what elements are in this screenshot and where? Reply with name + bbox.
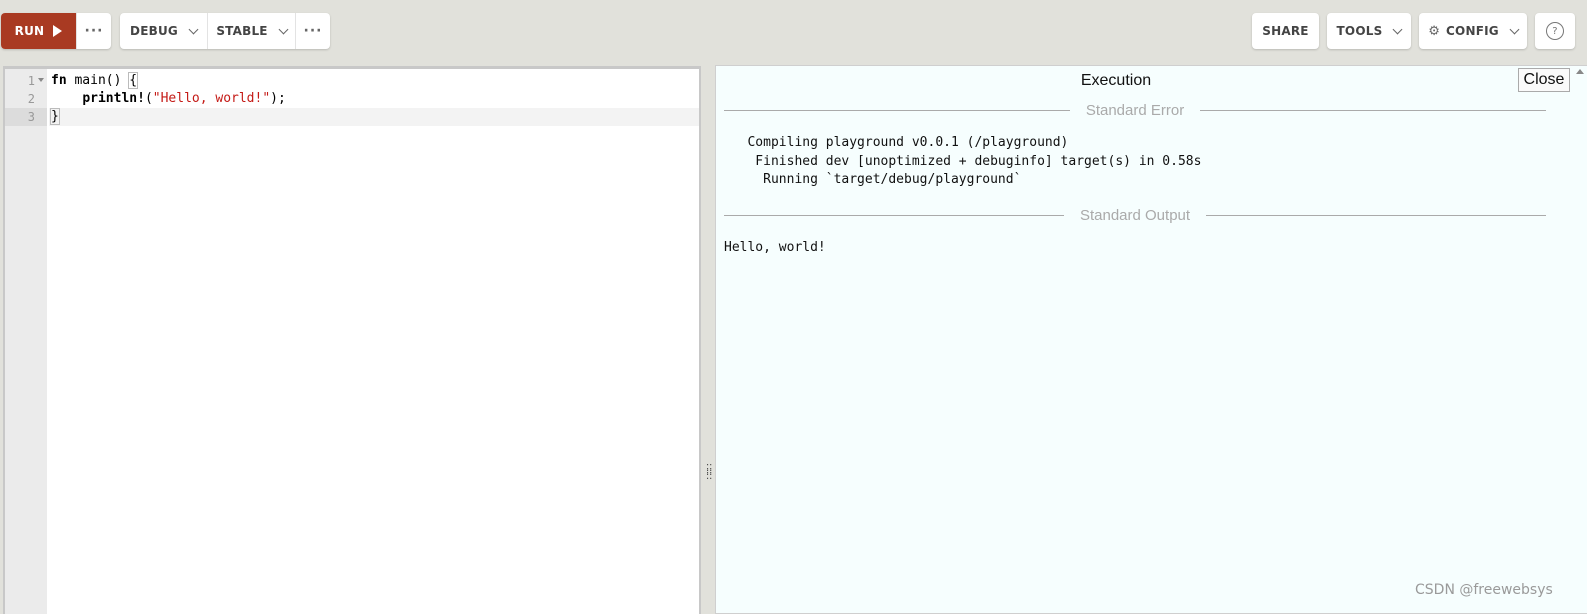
line-number: 1 [27,74,35,88]
more-dots-icon: ··· [303,23,323,39]
toolbar: RUN ··· DEBUG STABLE ··· SHARE TOOLS ⚙ C… [0,0,1587,64]
line-number: 3 [27,110,35,124]
divider [1206,214,1547,216]
line-gutter: 1 2 3 [5,69,47,614]
build-group: DEBUG STABLE ··· [120,13,330,49]
build-more-button[interactable]: ··· [295,13,330,49]
tools-group: TOOLS [1327,13,1411,49]
drag-handle-icon[interactable]: ⁚⁚ ⁚⁚ ⁚⁚ [706,464,712,482]
stderr-line: Compiling playground v0.0.1 (/playground… [724,135,1069,150]
share-label: SHARE [1262,24,1309,38]
config-group: ⚙ CONFIG [1419,13,1527,49]
run-button[interactable]: RUN [1,13,76,49]
divider [1200,109,1547,111]
run-label: RUN [14,24,45,38]
output-title: Execution [1080,72,1152,89]
line-number: 2 [27,92,35,106]
stderr-line: Running `target/debug/playground` [724,172,1022,187]
stderr-line: Finished dev [unoptimized + debuginfo] t… [724,153,1202,169]
macro-token: println! [82,91,145,106]
stderr-label: Standard Error [1085,101,1185,119]
mode-label: DEBUG [130,24,178,38]
chevron-down-icon [1392,24,1403,34]
stdout-line: Hello, world! [724,240,826,255]
code-token: ); [270,91,286,106]
channel-dropdown[interactable]: STABLE [207,13,295,49]
chevron-down-icon [188,24,199,34]
text-cursor [58,109,60,124]
chevron-down-icon [278,24,289,34]
tools-dropdown[interactable]: TOOLS [1327,13,1411,49]
stdout-label: Standard Output [1079,206,1191,224]
gear-icon: ⚙ [1428,23,1441,39]
bracket-token: { [128,72,139,89]
run-group: RUN ··· [1,13,111,49]
share-group: SHARE [1252,13,1319,49]
play-icon [53,25,63,37]
code-line[interactable]: println!("Hello, world!"); [49,90,699,108]
help-button[interactable]: ? [1535,13,1575,49]
divider [724,214,1064,216]
code-token: ( [144,91,153,106]
code-editor[interactable]: 1 2 3 fn main() { println!("Hello, world… [3,66,701,614]
config-dropdown[interactable]: ⚙ CONFIG [1419,13,1527,49]
chevron-down-icon [1509,24,1520,34]
config-label: CONFIG [1446,24,1499,38]
mode-dropdown[interactable]: DEBUG [120,13,207,49]
stdout-text: Hello, world! [724,239,826,258]
help-icon: ? [1546,22,1564,40]
run-more-button[interactable]: ··· [76,13,111,49]
code-line-active[interactable]: } [49,108,699,126]
string-token: "Hello, world!" [152,91,271,106]
stderr-text: Compiling playground v0.0.1 (/playground… [724,134,1201,190]
help-group: ? [1535,13,1575,49]
fold-arrow-icon[interactable] [38,78,44,82]
indent-token [51,91,82,106]
code-token: main() [66,73,130,88]
stdout-header: Standard Output [724,205,1547,225]
code-line[interactable]: fn main() { [49,72,699,90]
more-dots-icon: ··· [84,23,104,39]
channel-label: STABLE [216,24,268,38]
scroll-up-icon[interactable] [1576,69,1584,74]
watermark: CSDN @freewebsys [1415,582,1553,598]
divider [724,109,1070,111]
keyword-token: fn [51,73,67,88]
tools-label: TOOLS [1336,24,1383,38]
share-button[interactable]: SHARE [1252,13,1319,49]
bracket-token: } [50,108,60,125]
close-button[interactable]: Close [1518,68,1570,92]
output-panel: Execution Close Standard Error Compiling… [715,65,1587,614]
stderr-header: Standard Error [724,100,1547,120]
pane-splitter[interactable]: ⁚⁚ ⁚⁚ ⁚⁚ [701,66,715,614]
